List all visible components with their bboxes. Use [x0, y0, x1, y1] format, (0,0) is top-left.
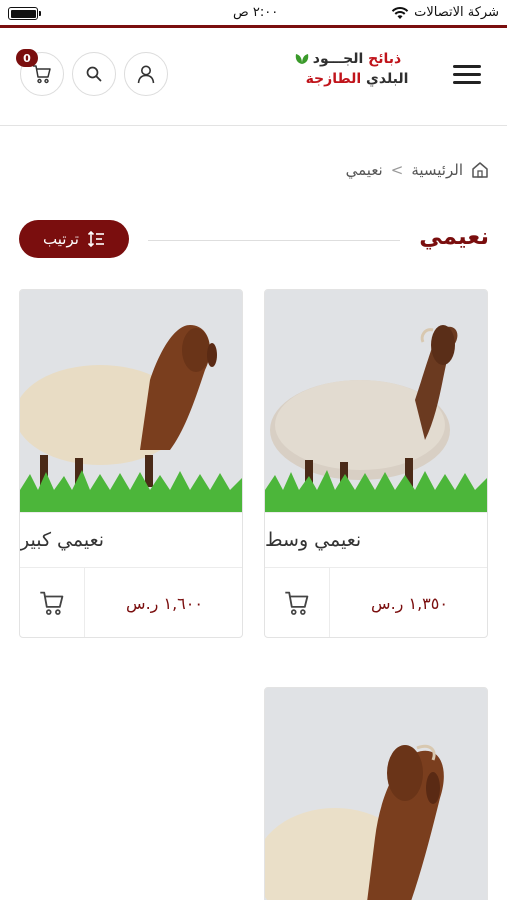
product-image[interactable] — [265, 290, 487, 512]
cart-count-badge: 0 — [16, 49, 38, 67]
user-button[interactable] — [124, 52, 168, 96]
cart-icon — [285, 591, 309, 615]
product-name[interactable]: نعيمي كبير — [20, 512, 242, 568]
product-image[interactable] — [265, 688, 487, 900]
sort-icon — [87, 230, 104, 248]
product-price: ١,٦٠٠ ر.س — [84, 568, 242, 637]
title-divider — [148, 240, 400, 241]
breadcrumb-home-link[interactable]: الرئيسية — [411, 161, 463, 179]
product-card[interactable]: نعيمي وسط ١,٣٥٠ ر.س — [264, 289, 488, 638]
sheep-image — [20, 290, 242, 512]
add-to-cart-button[interactable] — [265, 568, 329, 637]
sheep-image — [265, 290, 487, 512]
home-icon[interactable] — [471, 161, 489, 179]
hamburger-menu-icon[interactable] — [453, 65, 481, 87]
logo-line-2: البلدي الطازجة — [292, 69, 422, 89]
leaf-icon — [295, 54, 309, 64]
logo-word-2: البلدي — [366, 71, 409, 87]
sort-button[interactable]: ترتيب — [19, 220, 129, 258]
product-footer: ١,٣٥٠ ر.س — [265, 568, 487, 637]
clock-label: ٢:٠٠ ص — [233, 5, 279, 20]
sheep-image — [265, 688, 487, 900]
product-price: ١,٣٥٠ ر.س — [329, 568, 487, 637]
status-bar: شركة الاتصالات ٢:٠٠ ص — [0, 0, 507, 28]
product-card[interactable]: نعيمي كبير ١,٦٠٠ ر.س — [19, 289, 243, 638]
wifi-icon — [391, 7, 409, 19]
logo-line-1: ذبائح الجـــود — [292, 49, 422, 69]
page-title: نعيمي — [419, 224, 489, 250]
carrier-label: شركة الاتصالات — [414, 5, 499, 20]
product-card[interactable] — [264, 687, 488, 900]
add-to-cart-button[interactable] — [20, 568, 84, 637]
search-button[interactable] — [72, 52, 116, 96]
breadcrumb: الرئيسية < نعيمي — [346, 158, 489, 182]
cart-icon — [33, 65, 51, 84]
logo-word-1: الجـــود — [312, 51, 364, 67]
product-name[interactable]: نعيمي وسط — [265, 512, 487, 568]
battery-icon — [8, 7, 41, 20]
product-image[interactable] — [20, 290, 242, 512]
logo-word-red-2: الطازجة — [305, 71, 362, 87]
app-header: ذبائح الجـــود البلدي الطازجة 0 — [0, 31, 507, 126]
search-icon — [86, 66, 102, 82]
brand-logo[interactable]: ذبائح الجـــود البلدي الطازجة — [292, 49, 422, 99]
product-footer: ١,٦٠٠ ر.س — [20, 568, 242, 637]
breadcrumb-separator: < — [390, 161, 404, 179]
logo-word-red-1: ذبائح — [368, 51, 402, 67]
cart-icon — [40, 591, 64, 615]
sort-label: ترتيب — [43, 230, 79, 248]
breadcrumb-current: نعيمي — [345, 161, 383, 179]
user-icon — [137, 65, 155, 84]
cart-button[interactable]: 0 — [16, 49, 64, 96]
